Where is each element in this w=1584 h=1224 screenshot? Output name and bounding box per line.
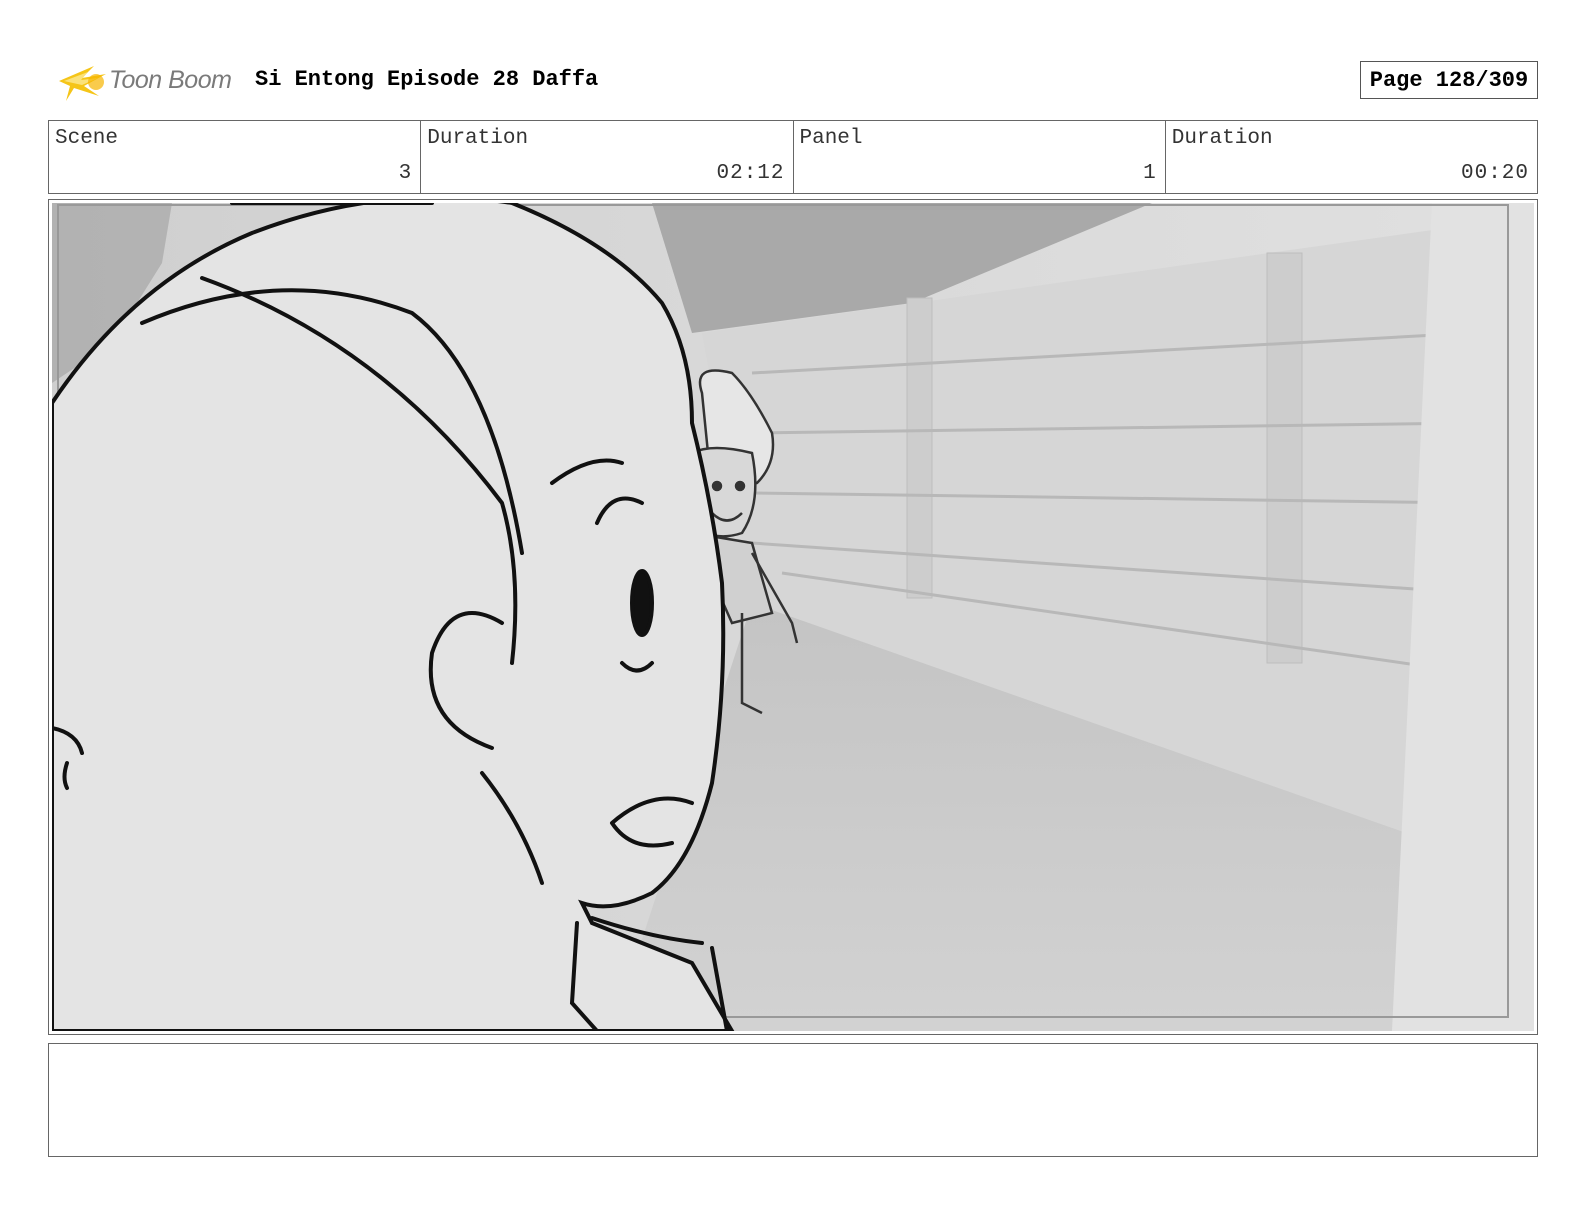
page-number: Page 128/309 xyxy=(1360,61,1538,99)
panel-duration-cell: Duration 00:20 xyxy=(1166,121,1537,193)
page-header: Toon Boom Si Entong Episode 28 Daffa Pag… xyxy=(50,52,1538,108)
scene-duration-value: 02:12 xyxy=(716,162,785,185)
panel-value: 1 xyxy=(1143,162,1157,185)
flame-icon xyxy=(59,66,106,101)
panel-notes-area xyxy=(48,1043,1538,1157)
scene-duration-cell: Duration 02:12 xyxy=(421,121,794,193)
scene-cell: Scene 3 xyxy=(49,121,422,193)
panel-duration-value: 00:20 xyxy=(1460,162,1529,185)
scene-duration-label: Duration xyxy=(427,127,529,150)
toon-boom-logo: Toon Boom xyxy=(54,56,254,106)
page-title: Si Entong Episode 28 Daffa xyxy=(255,67,599,92)
storyboard-panel-drawing xyxy=(52,203,1534,1031)
panel-duration-label: Duration xyxy=(1171,127,1273,150)
panel-cell: Panel 1 xyxy=(794,121,1166,193)
scene-value: 3 xyxy=(398,162,413,185)
logo-text: Toon Boom xyxy=(109,66,232,94)
scene-label: Scene xyxy=(55,127,119,150)
panel-label: Panel xyxy=(799,127,863,150)
scene-info-row: Scene 3 Duration 02:12 Panel 1 Duration … xyxy=(48,120,1538,194)
